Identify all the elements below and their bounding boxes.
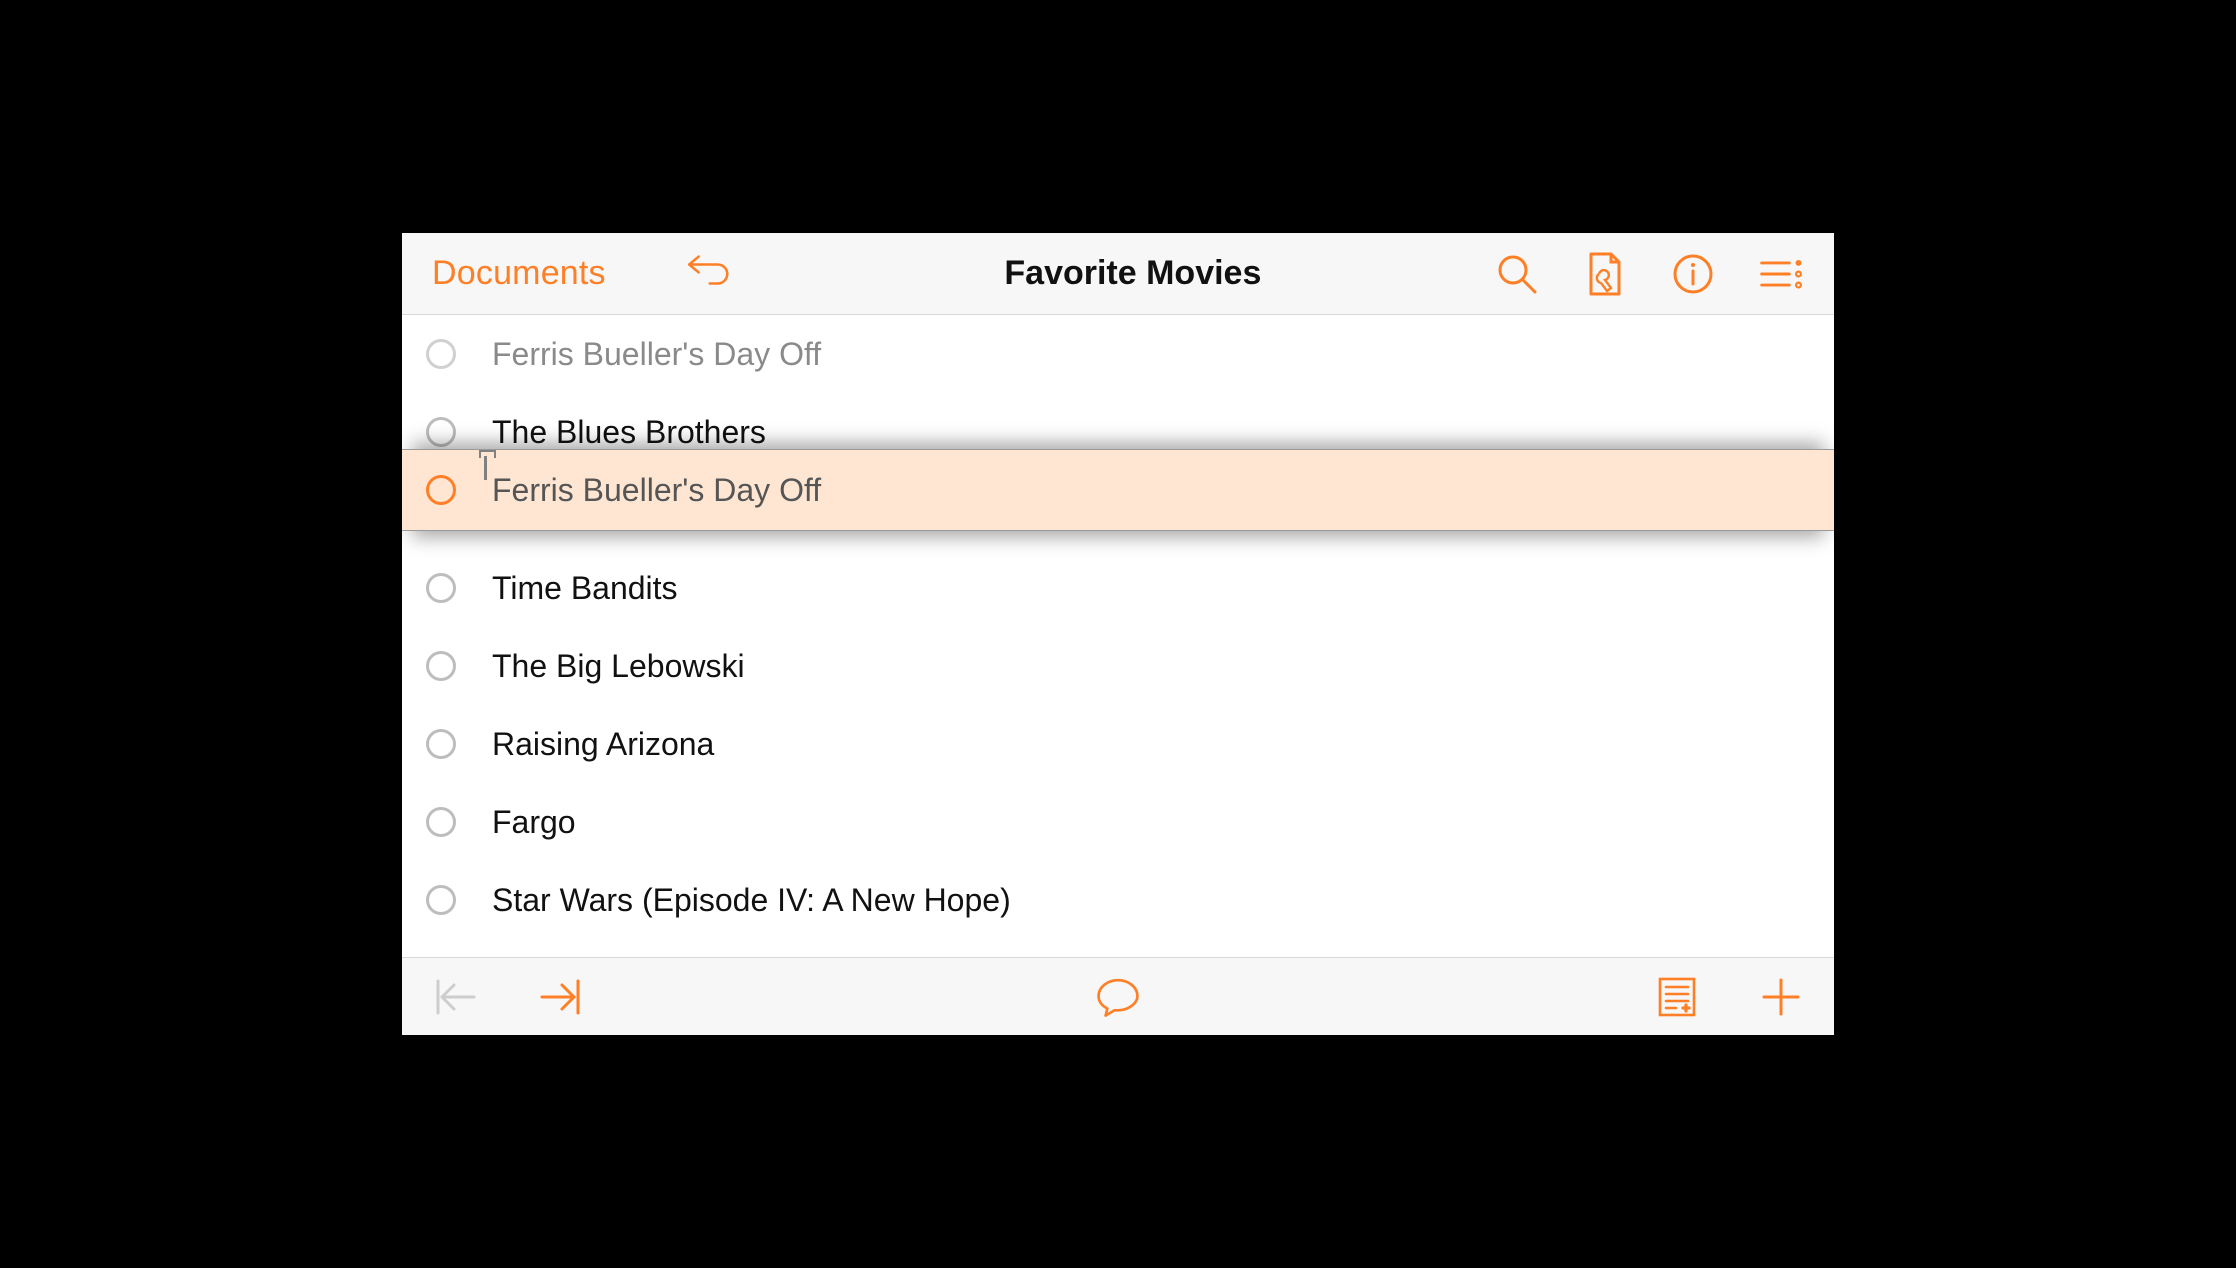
bottom-left-group xyxy=(432,974,584,1020)
list-item-label[interactable]: Fargo xyxy=(492,804,576,841)
comment-button[interactable] xyxy=(1095,974,1141,1020)
info-button[interactable] xyxy=(1670,251,1716,297)
status-circle-icon[interactable] xyxy=(426,651,456,681)
page-title: Favorite Movies xyxy=(1004,254,1261,293)
search-icon xyxy=(1495,252,1539,296)
status-circle-icon[interactable] xyxy=(426,885,456,915)
status-circle-icon[interactable] xyxy=(426,573,456,603)
list-item-label: Ferris Bueller's Day Off xyxy=(492,472,821,509)
undo-button[interactable] xyxy=(686,251,732,297)
title-wrap: Favorite Movies xyxy=(772,254,1494,293)
list-menu-icon xyxy=(1758,255,1804,293)
note-button[interactable] xyxy=(1654,974,1700,1020)
list-item[interactable]: Raising Arizona xyxy=(402,705,1834,783)
list-item-label[interactable]: Time Bandits xyxy=(492,570,678,607)
list-item-label[interactable]: Ferris Bueller's Day Off xyxy=(492,336,821,373)
top-toolbar: Documents Favorite Movies xyxy=(402,233,1834,315)
status-circle-icon[interactable] xyxy=(426,417,456,447)
list-item-label[interactable]: The Blues Brothers xyxy=(492,414,766,451)
search-button[interactable] xyxy=(1494,251,1540,297)
indent-button[interactable] xyxy=(538,974,584,1020)
add-icon xyxy=(1760,976,1802,1018)
indent-icon xyxy=(538,977,584,1017)
outdent-icon xyxy=(432,977,478,1017)
status-circle-icon[interactable] xyxy=(426,339,456,369)
list-item-label[interactable]: The Big Lebowski xyxy=(492,648,745,685)
dragging-row[interactable]: Ferris Bueller's Day Off xyxy=(402,449,1834,531)
list-item[interactable]: The Big Lebowski xyxy=(402,627,1834,705)
list-item-label[interactable]: Raising Arizona xyxy=(492,726,714,763)
status-circle-icon[interactable] xyxy=(426,807,456,837)
outdent-button[interactable] xyxy=(432,974,478,1020)
status-circle-icon[interactable] xyxy=(426,475,456,505)
toolbar-right xyxy=(1494,251,1812,297)
view-options-button[interactable] xyxy=(1758,251,1804,297)
undo-icon xyxy=(686,254,732,294)
info-icon xyxy=(1672,253,1714,295)
list-item[interactable]: Time Bandits xyxy=(402,549,1834,627)
list-item[interactable]: Fargo xyxy=(402,783,1834,861)
insertion-caret-icon xyxy=(484,456,487,480)
status-circle-icon[interactable] xyxy=(426,729,456,759)
comment-icon xyxy=(1095,974,1141,1020)
bottom-right-group xyxy=(1654,974,1804,1020)
list-item[interactable]: Ferris Bueller's Day Off xyxy=(402,315,1834,393)
add-button[interactable] xyxy=(1758,974,1804,1020)
bottom-toolbar xyxy=(402,957,1834,1035)
wrench-doc-icon xyxy=(1585,250,1625,298)
back-button[interactable]: Documents xyxy=(432,254,606,293)
list-item-label[interactable]: Star Wars (Episode IV: A New Hope) xyxy=(492,882,1011,919)
bottom-center-group xyxy=(1095,974,1141,1020)
list-item[interactable]: Star Wars (Episode IV: A New Hope) xyxy=(402,861,1834,939)
outline-list[interactable]: Ferris Bueller's Day Off The Blues Broth… xyxy=(402,315,1834,957)
note-icon xyxy=(1656,975,1698,1019)
document-tools-button[interactable] xyxy=(1582,251,1628,297)
app-window: Documents Favorite Movies xyxy=(390,221,1846,1047)
